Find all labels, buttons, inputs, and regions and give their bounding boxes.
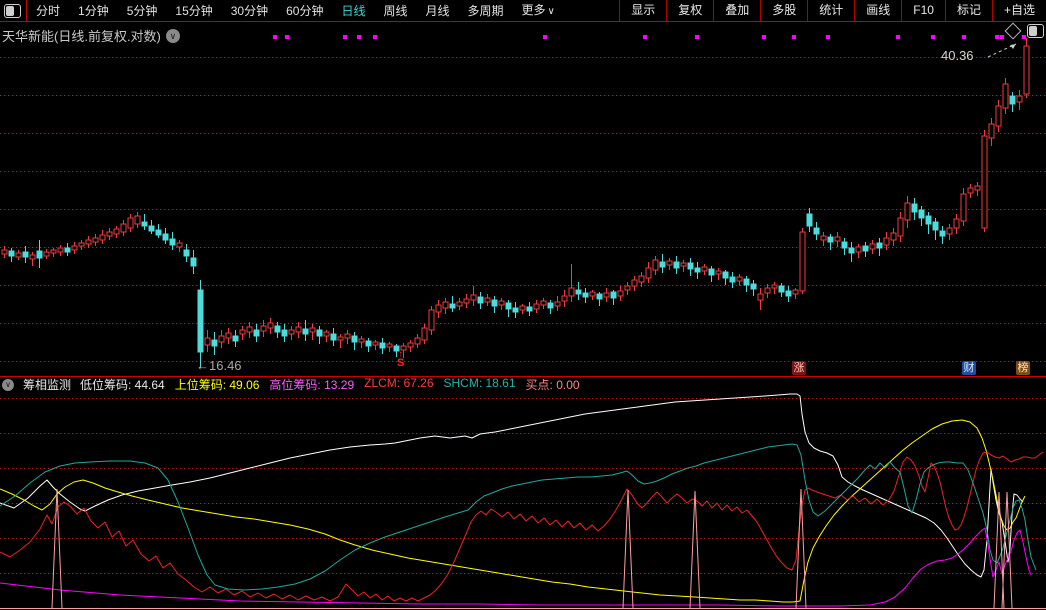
- toolbar: 分时1分钟5分钟15分钟30分钟60分钟日线周线月线多周期更多∨ 显示复权叠加多…: [0, 0, 1046, 22]
- layout-panel-icon-right-fill: [1029, 26, 1037, 36]
- toolbar-button-3[interactable]: 叠加: [713, 0, 760, 22]
- low-price-label: ←16.46: [196, 358, 242, 373]
- more-chevron-icon: ∨: [548, 6, 555, 17]
- toolbar-button-7[interactable]: F10: [901, 0, 945, 22]
- candlestick-layer: [2, 38, 1029, 368]
- period-item-9[interactable]: 月线: [417, 0, 459, 22]
- mini-app-badge-1[interactable]: 涨: [792, 361, 806, 375]
- period-item-7[interactable]: 日线: [332, 0, 374, 22]
- indicator-header: ∨ 筹相监测 低位筹码: 44.64 上位筹码: 49.06 高位筹码: 13.29…: [0, 377, 1046, 392]
- mini-app-badge-3[interactable]: 榜: [1016, 361, 1030, 375]
- indicator-field-5: SHCM: 18.61: [444, 376, 516, 393]
- period-item-1[interactable]: 分时: [27, 0, 69, 22]
- toolbar-button-1[interactable]: 显示: [619, 0, 666, 22]
- mini-app-badge-2[interactable]: 财: [962, 361, 976, 375]
- indicator-chevron-down-icon[interactable]: ∨: [2, 379, 14, 391]
- toolbar-button-5[interactable]: 统计: [807, 0, 854, 22]
- indicator-lines-layer: [0, 394, 1043, 606]
- app-window: 分时1分钟5分钟15分钟30分钟60分钟日线周线月线多周期更多∨ 显示复权叠加多…: [0, 0, 1046, 610]
- chart-title-row: 天华新能(日线.前复权.对数) ∨: [2, 26, 180, 45]
- period-menu: 分时1分钟5分钟15分钟30分钟60分钟日线周线月线多周期更多∨: [27, 0, 564, 22]
- period-item-6[interactable]: 60分钟: [277, 0, 332, 22]
- stock-title: 天华新能(日线.前复权.对数): [2, 26, 161, 45]
- period-item-8[interactable]: 周线: [374, 0, 416, 22]
- period-item-4[interactable]: 15分钟: [166, 0, 221, 22]
- sell-signal-marker: ↑ S: [397, 351, 404, 368]
- indicator-fields: 低位筹码: 44.64 上位筹码: 49.06 高位筹码: 13.29 ZLCM: 6…: [80, 376, 580, 393]
- chevron-down-icon[interactable]: ∨: [166, 29, 180, 43]
- chart-canvas: [0, 0, 1046, 610]
- layout-panel-icon-right[interactable]: [1027, 24, 1044, 38]
- layout-panel-icon[interactable]: [4, 4, 21, 18]
- indicator-field-3: 高位筹码: 13.29: [269, 376, 354, 393]
- diamond-marker-icon[interactable]: [1005, 23, 1022, 40]
- indicator-name: 筹相监测: [23, 376, 71, 393]
- event-dots-layer: [273, 35, 1026, 39]
- indicator-field-1: 低位筹码: 44.64: [80, 376, 165, 393]
- toolbar-button-2[interactable]: 复权: [666, 0, 713, 22]
- toolbar-button-6[interactable]: 画线: [854, 0, 901, 22]
- toolbar-button-9[interactable]: +自选: [992, 0, 1046, 22]
- toolbar-button-8[interactable]: 标记: [945, 0, 992, 22]
- indicator-field-2: 上位筹码: 49.06: [175, 376, 260, 393]
- period-item-3[interactable]: 5分钟: [118, 0, 167, 22]
- corner-icons: [1007, 24, 1044, 38]
- layout-panel-icon-fill: [6, 6, 14, 16]
- indicator-field-6: 买点: 0.00: [526, 376, 580, 393]
- period-item-2[interactable]: 1分钟: [69, 0, 118, 22]
- sell-marker-letter: S: [397, 357, 404, 369]
- high-price-label: 40.36: [941, 48, 974, 63]
- period-item-11[interactable]: 更多∨: [513, 0, 564, 23]
- period-item-10[interactable]: 多周期: [459, 0, 513, 22]
- grid-layer: [0, 58, 1046, 574]
- indicator-field-4: ZLCM: 67.26: [364, 376, 433, 393]
- toolbar-button-4[interactable]: 多股: [760, 0, 807, 22]
- period-item-5[interactable]: 30分钟: [222, 0, 277, 22]
- toolbar-actions: 显示复权叠加多股统计画线F10标记+自选: [619, 0, 1046, 22]
